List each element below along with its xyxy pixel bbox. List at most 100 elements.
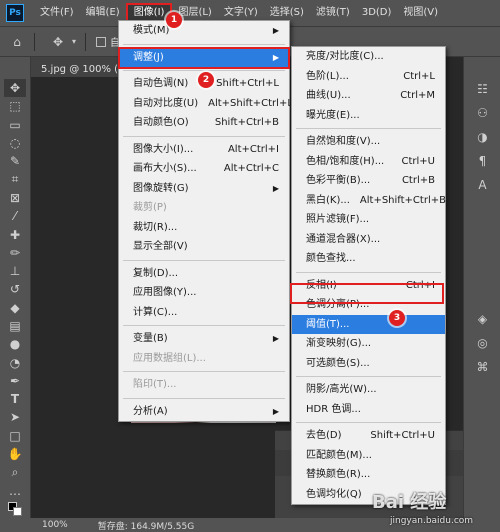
brush-tool-icon[interactable]: ✏ bbox=[4, 244, 26, 262]
pen-tool-icon[interactable]: ✒ bbox=[4, 372, 26, 390]
image-menu-item: 陷印(T)... bbox=[119, 375, 289, 395]
adjust-menu-item[interactable]: 去色(D) Shift+Ctrl+U bbox=[292, 426, 445, 446]
type-tool-icon[interactable]: T bbox=[4, 390, 26, 408]
history-brush-tool-icon[interactable]: ↺ bbox=[4, 280, 26, 298]
paragraph-icon[interactable]: ¶ bbox=[464, 149, 500, 173]
hand-tool-icon[interactable]: ✋ bbox=[4, 445, 26, 463]
eyedropper-tool-icon[interactable]: ⁄ bbox=[4, 207, 26, 225]
menu-file[interactable]: 文件(F) bbox=[34, 3, 80, 23]
move-tool-icon[interactable]: ✥ bbox=[47, 31, 69, 53]
adjust-menu-item[interactable]: 曝光度(E)... bbox=[292, 106, 445, 126]
path-select-tool-icon[interactable]: ➤ bbox=[4, 408, 26, 426]
chevron-down-icon[interactable]: ▾ bbox=[69, 31, 79, 53]
annotation-box-threshold bbox=[290, 283, 444, 304]
dodge-tool-icon[interactable]: ◔ bbox=[4, 353, 26, 371]
menu-3d[interactable]: 3D(D) bbox=[356, 3, 398, 23]
adjust-menu-item[interactable]: 渐变映射(G)... bbox=[292, 334, 445, 354]
menu-view[interactable]: 视图(V) bbox=[397, 3, 444, 23]
adjust-menu-item[interactable]: 阈值(T)... bbox=[292, 314, 445, 334]
adjust-menu-item[interactable]: 色相/饱和度(H)... Ctrl+U bbox=[292, 152, 445, 172]
adjust-menu-item-shortcut bbox=[425, 446, 435, 466]
adjust-menu-item[interactable]: 通道混合器(X)... bbox=[292, 230, 445, 250]
step-badge-1: 1 bbox=[166, 12, 182, 28]
adjust-menu-item[interactable]: 亮度/对比度(C)... bbox=[292, 47, 445, 67]
frame-tool-icon[interactable]: ⊠ bbox=[4, 189, 26, 207]
image-menu-item[interactable]: 应用图像(Y)... bbox=[119, 283, 289, 303]
adjust-menu-item[interactable]: 颜色查找... bbox=[292, 249, 445, 269]
adjust-menu-item[interactable]: 匹配颜色(M)... bbox=[292, 446, 445, 466]
gradient-tool-icon[interactable]: ▤ bbox=[4, 317, 26, 335]
layers-icon[interactable]: ◈ bbox=[464, 307, 500, 331]
image-menu-item[interactable]: 图像旋转(G) ▶ bbox=[119, 179, 289, 199]
adjust-menu-item[interactable]: 曲线(U)... Ctrl+M bbox=[292, 86, 445, 106]
rectangle-tool-icon[interactable]: □ bbox=[4, 427, 26, 445]
adjust-menu-item[interactable]: 自然饱和度(V)... bbox=[292, 132, 445, 152]
auto-select-checkbox[interactable] bbox=[96, 36, 106, 47]
image-menu-item-shortcut bbox=[269, 303, 279, 323]
adjust-menu-item-label: 色彩平衡(B)... bbox=[306, 175, 371, 186]
image-menu-item-label: 变量(B) bbox=[133, 333, 168, 344]
lasso-tool-icon[interactable]: ◌ bbox=[4, 134, 26, 152]
more-tools-icon[interactable]: … bbox=[4, 482, 26, 500]
adjust-menu-item[interactable]: HDR 色调... bbox=[292, 400, 445, 420]
adjust-menu-item[interactable]: 可选颜色(S)... bbox=[292, 354, 445, 374]
image-menu-item-shortcut: Alt+Ctrl+I bbox=[227, 143, 279, 155]
adjust-menu-item[interactable]: 照片滤镜(F)... bbox=[292, 210, 445, 230]
image-menu-item[interactable]: 自动颜色(O) Shift+Ctrl+B bbox=[119, 113, 289, 133]
watermark-brand: Bai 经验 bbox=[372, 492, 447, 513]
home-icon[interactable]: ⌂ bbox=[6, 31, 28, 53]
image-menu-item[interactable]: 显示全部(V) bbox=[119, 237, 289, 257]
color-swatches-icon[interactable] bbox=[4, 500, 26, 518]
blur-tool-icon[interactable]: ● bbox=[4, 335, 26, 353]
libraries-icon[interactable]: ◑ bbox=[464, 125, 500, 149]
image-menu-item[interactable]: 计算(C)... bbox=[119, 303, 289, 323]
image-menu-item-label: 图像大小(I)... bbox=[133, 143, 194, 155]
image-menu-item[interactable]: 画布大小(S)... Alt+Ctrl+C bbox=[119, 159, 289, 179]
crop-tool-icon[interactable]: ⌗ bbox=[4, 170, 26, 188]
adjust-menu-item[interactable]: 黑白(K)... Alt+Shift+Ctrl+B bbox=[292, 191, 446, 211]
adjust-menu-item[interactable]: 色彩平衡(B)... Ctrl+B bbox=[292, 171, 445, 191]
adjust-menu-item-label: 可选颜色(S)... bbox=[306, 357, 370, 369]
step-badge-3: 3 bbox=[389, 310, 405, 326]
marquee-tool-icon[interactable]: ▭ bbox=[4, 116, 26, 134]
character-icon[interactable]: A bbox=[464, 173, 500, 197]
image-menu-item[interactable]: 自动对比度(U) Alt+Shift+Ctrl+L bbox=[119, 94, 293, 114]
adjust-menu-item-label: 色相/饱和度(H)... bbox=[306, 155, 385, 167]
zoom-tool-icon[interactable]: ⌕ bbox=[4, 463, 26, 481]
artboard-tool-icon[interactable]: ⬚ bbox=[4, 97, 26, 115]
adjust-menu-item[interactable]: 阴影/高光(W)... bbox=[292, 380, 445, 400]
stamp-tool-icon[interactable]: ⊥ bbox=[4, 262, 26, 280]
watermark: Bai 经验 jingyan.baidu.com bbox=[372, 488, 500, 530]
submenu-arrow-icon: ▶ bbox=[272, 406, 279, 416]
image-menu-item-label: 陷印(T)... bbox=[133, 379, 177, 390]
history-icon[interactable]: ☷ bbox=[464, 77, 500, 101]
quick-select-tool-icon[interactable]: ✎ bbox=[4, 152, 26, 170]
adjust-menu-item[interactable]: 色阶(L)... Ctrl+L bbox=[292, 67, 445, 87]
adjust-menu-item-label: 自然饱和度(V)... bbox=[306, 136, 381, 147]
menu-filter[interactable]: 滤镜(T) bbox=[310, 3, 356, 23]
photoshop-logo-icon: Ps bbox=[6, 4, 24, 22]
menu-separator bbox=[123, 397, 285, 399]
submenu-arrow-icon: ▶ bbox=[272, 26, 279, 35]
menu-separator bbox=[123, 371, 285, 372]
zoom-level[interactable]: 100% bbox=[42, 520, 68, 530]
submenu-arrow-icon: ▶ bbox=[272, 334, 279, 343]
properties-icon[interactable]: ⚇ bbox=[464, 101, 500, 125]
image-menu-item[interactable]: 裁切(R)... bbox=[119, 218, 289, 238]
healing-brush-tool-icon[interactable]: ✚ bbox=[4, 225, 26, 243]
move-tool-icon[interactable]: ✥ bbox=[4, 79, 26, 98]
image-menu-item-shortcut: Alt+Shift+Ctrl+L bbox=[208, 97, 293, 109]
scratch-disk-info: 暂存盘: 164.9M/5.55G bbox=[97, 521, 195, 532]
adjust-menu-item-label: 色调均化(Q) bbox=[306, 488, 362, 500]
image-menu-item[interactable]: 分析(A) ▶ bbox=[119, 402, 289, 422]
image-menu-item[interactable]: 模式(M) ▶ bbox=[119, 21, 289, 41]
channels-icon[interactable]: ◎ bbox=[464, 331, 500, 355]
adjust-menu-item[interactable]: 替换颜色(R)... bbox=[292, 465, 445, 485]
paths-icon[interactable]: ⌘ bbox=[464, 355, 500, 379]
image-menu-item[interactable]: 复制(D)... bbox=[119, 264, 289, 284]
adjustments-submenu: 亮度/对比度(C)... 色阶(L)... Ctrl+L 曲线(U)... Ctrl+M… bbox=[291, 46, 446, 505]
image-menu-item[interactable]: 变量(B) ▶ bbox=[119, 329, 289, 349]
eraser-tool-icon[interactable]: ◆ bbox=[4, 299, 26, 317]
menu-separator bbox=[123, 70, 285, 71]
image-menu-item[interactable]: 图像大小(I)... Alt+Ctrl+I bbox=[119, 140, 289, 160]
